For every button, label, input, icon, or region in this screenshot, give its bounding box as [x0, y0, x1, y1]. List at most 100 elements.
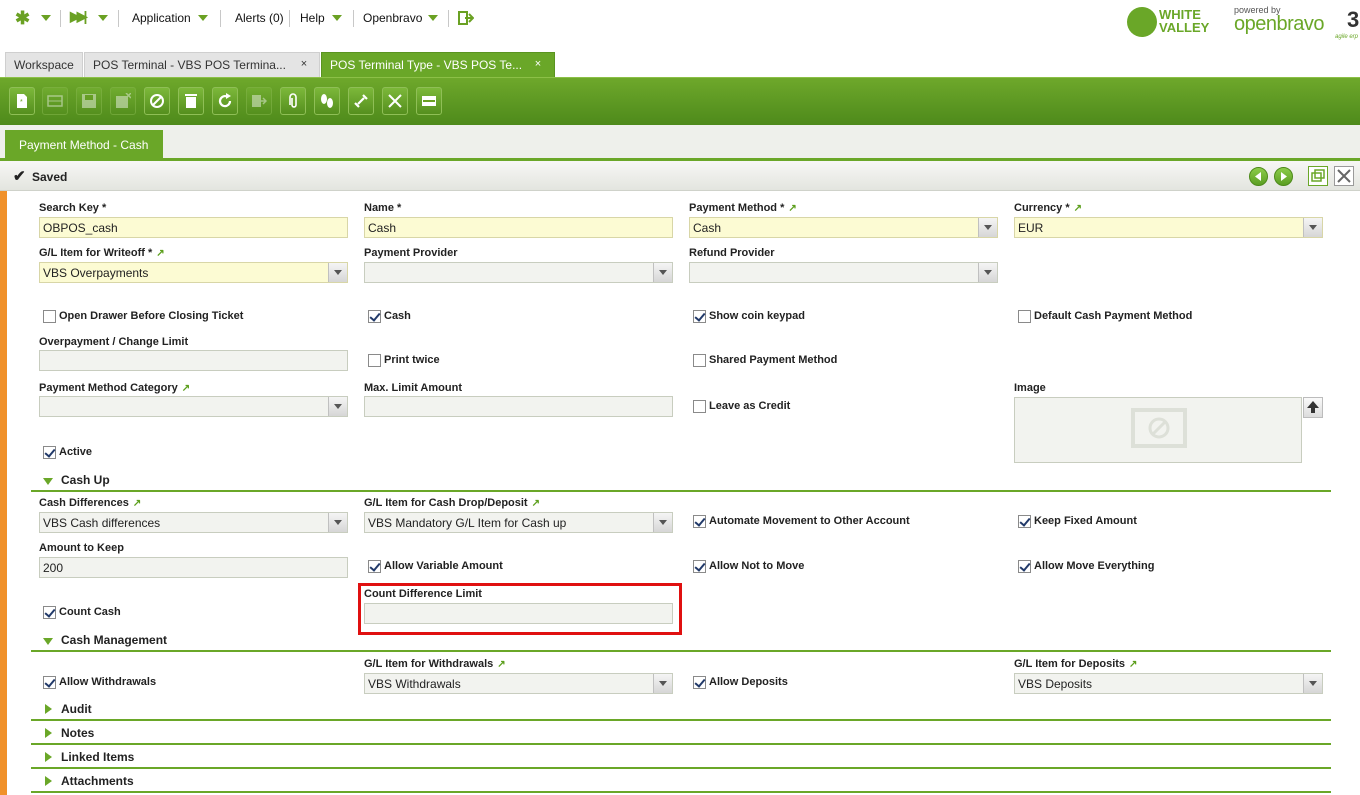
- audit-trail-button[interactable]: [314, 87, 340, 115]
- linked-items-button[interactable]: [348, 87, 374, 115]
- payment-method-category-select[interactable]: [39, 396, 348, 417]
- gl-withdrawals-select[interactable]: VBS Withdrawals: [364, 673, 673, 694]
- close-form-button[interactable]: [1334, 166, 1354, 186]
- chevron-down-icon[interactable]: [653, 674, 672, 693]
- white-valley-logo-text: VALLEY: [1159, 20, 1210, 35]
- search-key-field[interactable]: OBPOS_cash: [39, 217, 348, 238]
- user-menu[interactable]: Openbravo: [363, 11, 422, 25]
- count-cash-checkbox[interactable]: [43, 606, 56, 619]
- link-arrow-icon[interactable]: ↗: [133, 498, 141, 509]
- overpayment-limit-field[interactable]: [39, 350, 348, 371]
- tab-workspace[interactable]: Workspace: [5, 52, 83, 77]
- cash-label: Cash: [384, 310, 411, 322]
- next-record-button[interactable]: [1274, 167, 1293, 186]
- save-close-button[interactable]: [110, 87, 136, 115]
- link-arrow-icon[interactable]: ↗: [156, 248, 164, 259]
- section-notes[interactable]: Notes: [31, 723, 1331, 745]
- quick-create-dropdown-icon[interactable]: [98, 15, 108, 21]
- shared-payment-checkbox[interactable]: [693, 354, 706, 367]
- chevron-down-icon[interactable]: [328, 263, 347, 282]
- quick-launch-icon[interactable]: ✱: [15, 8, 30, 29]
- allow-not-to-move-checkbox[interactable]: [693, 560, 706, 573]
- payment-method-select[interactable]: Cash: [689, 217, 998, 238]
- show-coin-keypad-checkbox[interactable]: [693, 310, 706, 323]
- allow-withdrawals-checkbox[interactable]: [43, 676, 56, 689]
- chevron-down-icon[interactable]: [328, 397, 347, 416]
- maximize-button[interactable]: [1308, 166, 1328, 186]
- gl-cash-drop-select[interactable]: VBS Mandatory G/L Item for Cash up: [364, 512, 673, 533]
- chevron-down-icon[interactable]: [1303, 218, 1322, 237]
- cash-checkbox[interactable]: [368, 310, 381, 323]
- link-arrow-icon[interactable]: ↗: [1074, 203, 1082, 214]
- user-dropdown-icon[interactable]: [428, 15, 438, 21]
- keep-fixed-amount-checkbox[interactable]: [1018, 515, 1031, 528]
- chevron-down-icon[interactable]: [328, 513, 347, 532]
- default-cash-checkbox[interactable]: [1018, 310, 1031, 323]
- payment-provider-select[interactable]: [364, 262, 673, 283]
- leave-as-credit-label: Leave as Credit: [709, 400, 791, 412]
- close-tab-icon[interactable]: ×: [531, 58, 545, 72]
- link-arrow-icon[interactable]: ↗: [532, 498, 540, 509]
- image-field[interactable]: [1014, 397, 1302, 463]
- chevron-down-icon[interactable]: [1303, 674, 1322, 693]
- quick-launch-dropdown-icon[interactable]: [41, 15, 51, 21]
- tab-payment-method-cash[interactable]: Payment Method - Cash: [5, 130, 163, 158]
- max-limit-amount-field[interactable]: [364, 396, 673, 417]
- link-arrow-icon[interactable]: ↗: [182, 383, 190, 394]
- name-field[interactable]: Cash: [364, 217, 673, 238]
- upload-image-button[interactable]: [1303, 397, 1323, 418]
- application-menu[interactable]: Application: [132, 11, 191, 25]
- print-twice-checkbox[interactable]: [368, 354, 381, 367]
- section-cash-up[interactable]: Cash Up: [31, 470, 1331, 492]
- leave-as-credit-checkbox[interactable]: [693, 400, 706, 413]
- section-cash-management[interactable]: Cash Management: [31, 630, 1331, 652]
- white-valley-logo: WHITE VALLEY: [1127, 5, 1217, 39]
- gl-deposits-select[interactable]: VBS Deposits: [1014, 673, 1323, 694]
- delete-button[interactable]: [178, 87, 204, 115]
- help-menu[interactable]: Help: [300, 11, 325, 25]
- refresh-button[interactable]: [212, 87, 238, 115]
- undo-button[interactable]: [144, 87, 170, 115]
- link-arrow-icon[interactable]: ↗: [788, 203, 796, 214]
- previous-record-button[interactable]: [1249, 167, 1268, 186]
- expand-icon: [45, 704, 52, 714]
- allow-move-everything-checkbox[interactable]: [1018, 560, 1031, 573]
- amount-to-keep-field[interactable]: 200: [39, 557, 348, 578]
- logout-icon[interactable]: [458, 10, 475, 29]
- section-audit[interactable]: Audit: [31, 699, 1331, 721]
- chevron-down-icon[interactable]: [978, 218, 997, 237]
- automate-movement-checkbox[interactable]: [693, 515, 706, 528]
- export-button[interactable]: [246, 87, 272, 115]
- save-button[interactable]: [76, 87, 102, 115]
- form-layout-button[interactable]: [416, 87, 442, 115]
- grid-view-button[interactable]: [42, 87, 68, 115]
- fast-forward-icon[interactable]: ▶▶|: [70, 8, 88, 25]
- link-arrow-icon[interactable]: ↗: [1129, 659, 1137, 670]
- allow-variable-amount-checkbox[interactable]: [368, 560, 381, 573]
- top-navigation-bar: ✱ ▶▶| Application Alerts (0) Help Openbr…: [0, 0, 1360, 50]
- alerts-link[interactable]: Alerts (0): [235, 11, 284, 25]
- refund-provider-select[interactable]: [689, 262, 998, 283]
- chevron-down-icon[interactable]: [978, 263, 997, 282]
- help-dropdown-icon[interactable]: [332, 15, 342, 21]
- tools-button[interactable]: [382, 87, 408, 115]
- attachment-button[interactable]: [280, 87, 306, 115]
- open-drawer-checkbox[interactable]: [43, 310, 56, 323]
- section-linked-items[interactable]: Linked Items: [31, 747, 1331, 769]
- chevron-down-icon[interactable]: [653, 263, 672, 282]
- close-tab-icon[interactable]: ×: [297, 58, 311, 72]
- allow-deposits-label: Allow Deposits: [709, 676, 788, 688]
- active-checkbox[interactable]: [43, 446, 56, 459]
- search-key-label: Search Key *: [39, 202, 107, 214]
- currency-select[interactable]: EUR: [1014, 217, 1323, 238]
- application-dropdown-icon[interactable]: [198, 15, 208, 21]
- tab-pos-terminal-type[interactable]: POS Terminal Type - VBS POS Te... ×: [321, 52, 555, 77]
- tab-pos-terminal[interactable]: POS Terminal - VBS POS Termina... ×: [84, 52, 320, 77]
- section-attachments[interactable]: Attachments: [31, 771, 1331, 793]
- new-record-button[interactable]: *: [9, 87, 35, 115]
- chevron-down-icon[interactable]: [653, 513, 672, 532]
- gl-writeoff-select[interactable]: VBS Overpayments: [39, 262, 348, 283]
- allow-deposits-checkbox[interactable]: [693, 676, 706, 689]
- cash-differences-select[interactable]: VBS Cash differences: [39, 512, 348, 533]
- link-arrow-icon[interactable]: ↗: [497, 659, 505, 670]
